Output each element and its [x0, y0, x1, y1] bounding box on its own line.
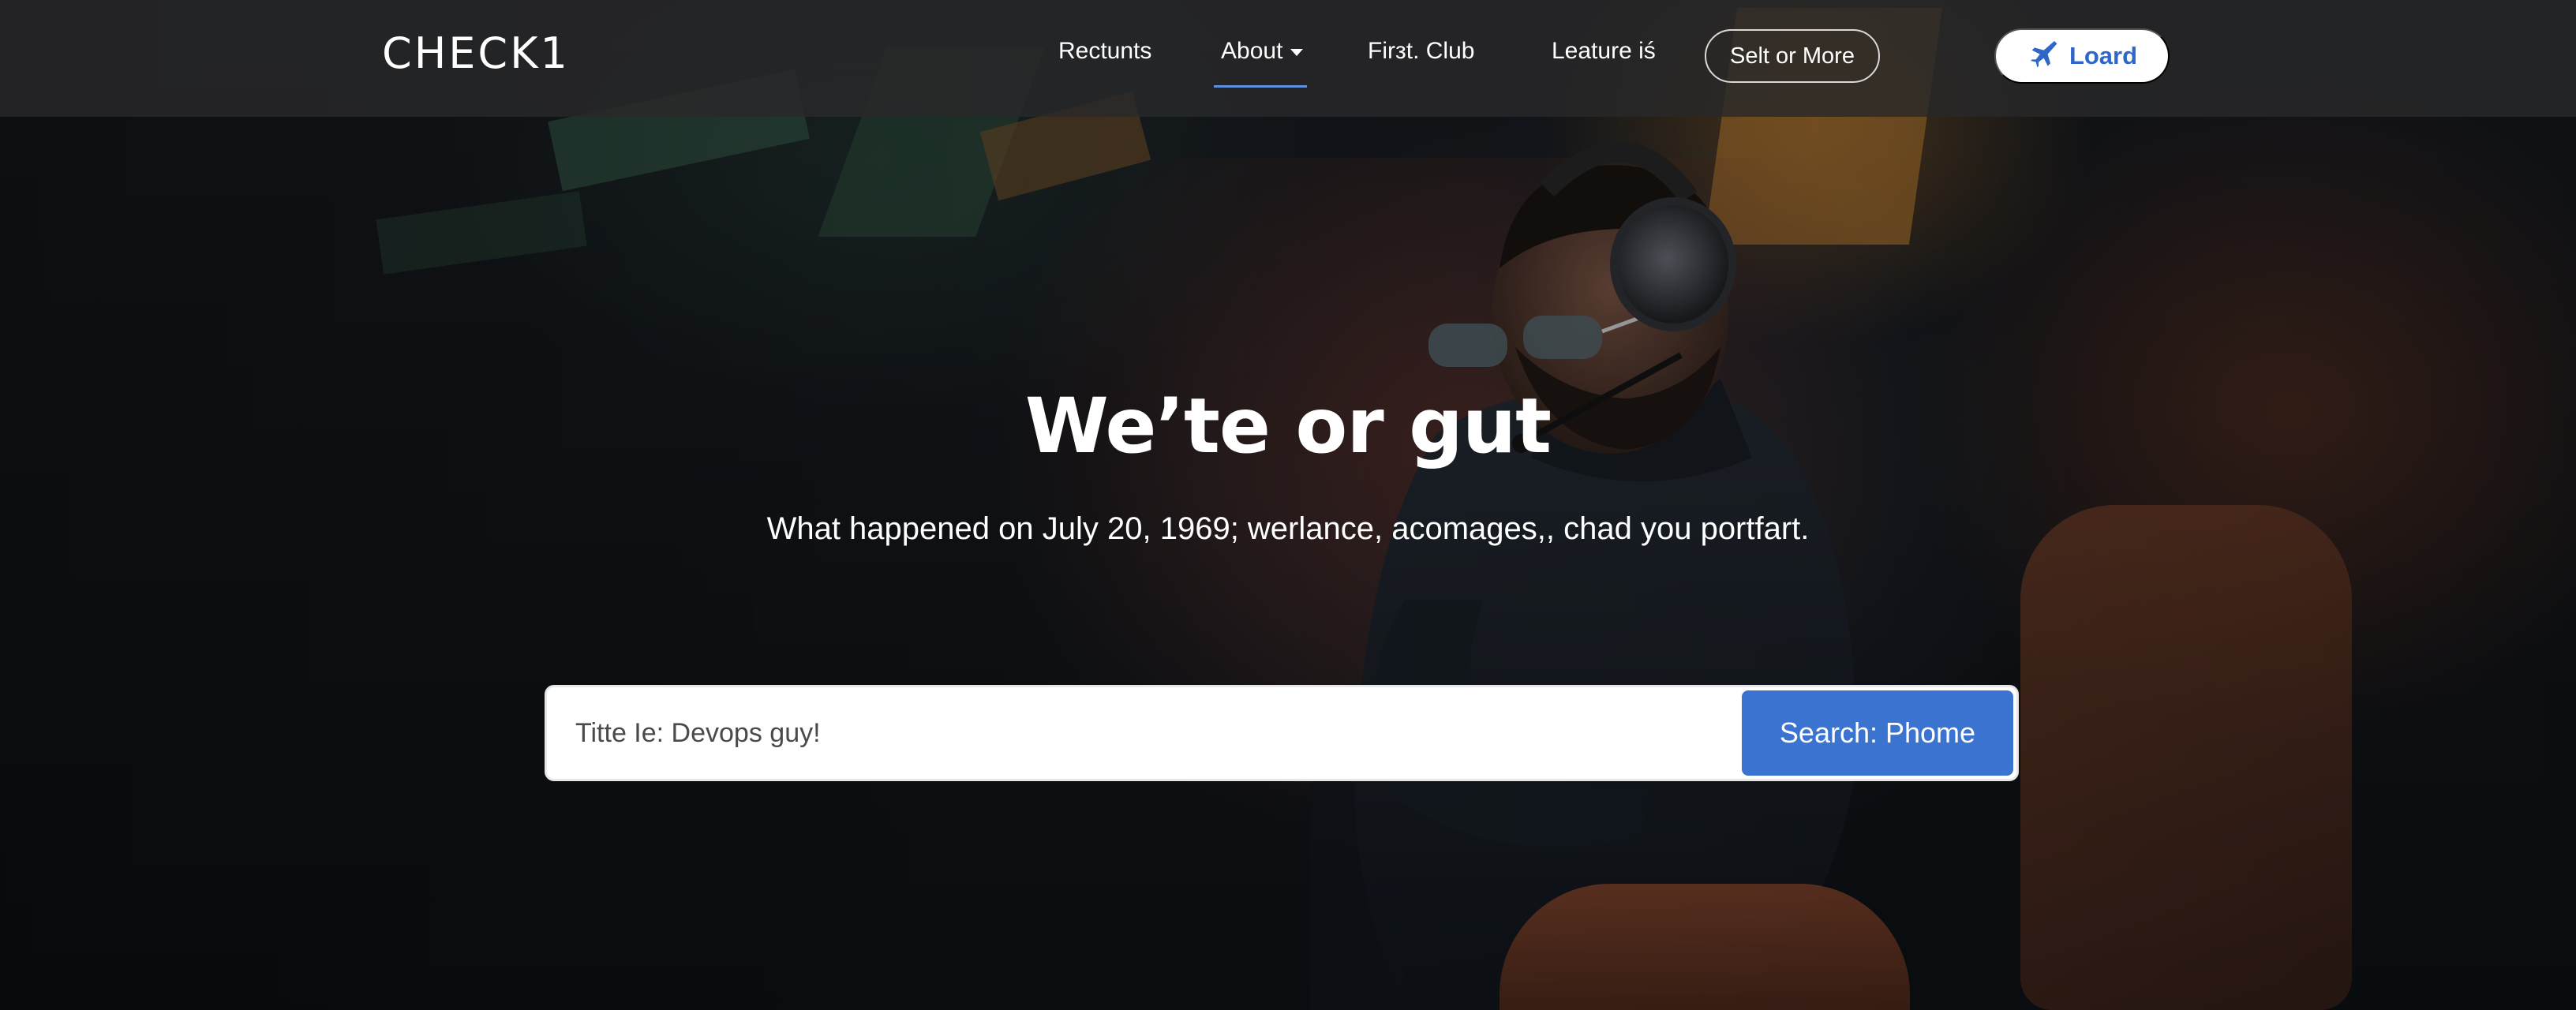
- button-label: Selt or More: [1730, 43, 1855, 69]
- hero-section: CHECK1 Rectunts About Firзt. Club Leatur…: [0, 0, 2576, 1010]
- search-input[interactable]: [575, 687, 1601, 779]
- site-logo[interactable]: CHECK1: [382, 28, 570, 78]
- nav-link-label: Leature iś: [1552, 38, 1656, 64]
- hero-subtitle: What happened on July 20, 1969; werlance…: [766, 511, 1810, 546]
- plane-icon: [2027, 37, 2058, 75]
- button-label: Loard: [2069, 42, 2138, 69]
- search-button[interactable]: Search: Phome: [1742, 690, 2013, 776]
- selt-or-more-button[interactable]: Selt or More: [1705, 29, 1880, 83]
- hero-overlay: [0, 0, 2576, 1010]
- loard-button[interactable]: Loard: [1994, 28, 2170, 84]
- nav-link-first-club[interactable]: Firзt. Club: [1368, 38, 1474, 65]
- nav-link-rectunts[interactable]: Rectunts: [1058, 38, 1151, 65]
- caret-down-icon: [1290, 48, 1304, 56]
- nav-link-label: Rectunts: [1058, 38, 1152, 64]
- search-bar: Search: Phome: [545, 685, 2019, 781]
- top-navigation: CHECK1 Rectunts About Firзt. Club Leatur…: [0, 0, 2576, 117]
- nav-link-label: About: [1221, 38, 1283, 64]
- nav-link-leature[interactable]: Leature iś: [1552, 38, 1656, 65]
- button-label: Search: Phome: [1779, 716, 1976, 749]
- active-nav-indicator: [1214, 85, 1307, 88]
- nav-link-about[interactable]: About: [1221, 38, 1304, 65]
- hero-title: We’te or gut: [1024, 382, 1552, 470]
- nav-link-label: Firзt. Club: [1368, 38, 1475, 64]
